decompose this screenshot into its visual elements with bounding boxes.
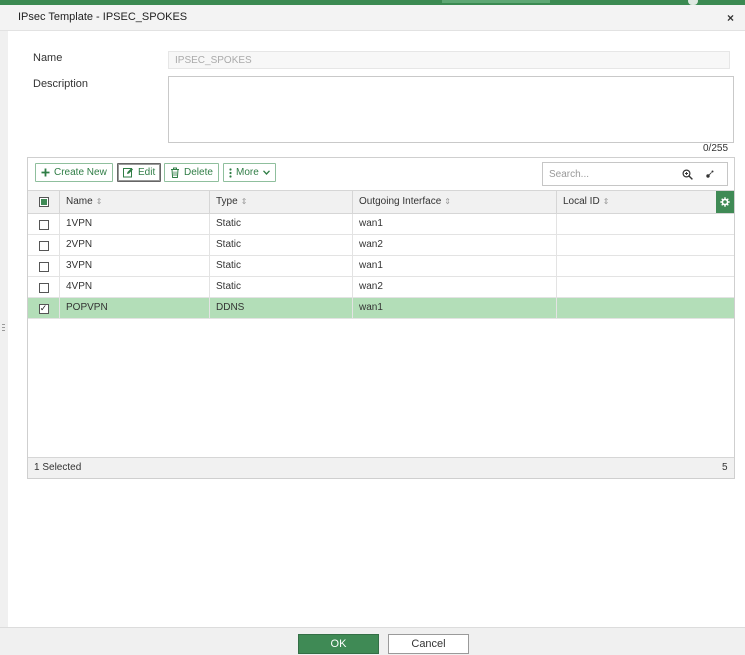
- row-select-cell: [28, 235, 59, 256]
- cell-type: Static: [209, 235, 352, 256]
- delete-button[interactable]: Delete: [164, 163, 219, 182]
- cell-outgoing-interface: wan2: [352, 235, 556, 256]
- cell-name: 3VPN: [59, 256, 209, 277]
- edit-button[interactable]: Edit: [117, 163, 162, 182]
- table-row[interactable]: 4VPN Static wan2: [28, 277, 734, 298]
- row-checkbox[interactable]: [38, 282, 49, 293]
- ok-button[interactable]: OK: [298, 634, 379, 654]
- cell-local-id: [556, 235, 734, 256]
- selected-count: 1 Selected: [34, 462, 82, 473]
- sort-icon: ⇕: [602, 197, 610, 206]
- table-row-selected[interactable]: ✓ POPVPN DDNS wan1: [28, 298, 734, 319]
- cell-local-id: [556, 298, 734, 319]
- cell-outgoing-interface: wan1: [352, 298, 556, 319]
- gear-icon: [720, 197, 730, 207]
- search-zoom-icon[interactable]: [682, 169, 693, 180]
- cell-local-id: [556, 256, 734, 277]
- close-icon[interactable]: ×: [727, 11, 734, 25]
- delete-label: Delete: [184, 167, 213, 178]
- sort-icon: ⇕: [444, 197, 451, 206]
- grid-search: [542, 162, 728, 186]
- row-checkbox-checked[interactable]: ✓: [38, 303, 49, 314]
- cell-name: POPVPN: [59, 298, 209, 319]
- cancel-button[interactable]: Cancel: [388, 634, 469, 654]
- more-label: More: [236, 167, 259, 178]
- cell-outgoing-interface: wan1: [352, 214, 556, 235]
- description-char-counter: 0/255: [703, 143, 729, 154]
- cell-outgoing-interface: wan2: [352, 277, 556, 298]
- ipsec-tunnels-grid: Create New Edit Delete More Name⇕ Ty: [27, 157, 735, 479]
- column-header-type[interactable]: Type ⇕: [209, 191, 352, 213]
- name-label: Name: [33, 52, 63, 64]
- column-header-local-id-label: Local ID: [563, 196, 600, 207]
- select-all-cell: [28, 191, 59, 212]
- more-dropdown-button[interactable]: More: [223, 163, 276, 182]
- column-settings-button[interactable]: [716, 191, 734, 213]
- row-select-cell: [28, 214, 59, 235]
- cell-name: 1VPN: [59, 214, 209, 235]
- column-header-outgoing-interface-label: Outgoing Interface: [359, 196, 442, 207]
- trash-icon: [171, 167, 179, 178]
- row-checkbox[interactable]: [38, 240, 49, 251]
- row-checkbox[interactable]: [38, 219, 49, 230]
- dialog-titlebar: IPsec Template - IPSEC_SPOKES ×: [0, 5, 745, 31]
- cell-type: Static: [209, 277, 352, 298]
- plus-icon: [41, 168, 50, 177]
- table-row[interactable]: 3VPN Static wan1: [28, 256, 734, 277]
- column-header-name-label: Name: [66, 196, 93, 207]
- table-row[interactable]: 2VPN Static wan2: [28, 235, 734, 256]
- row-select-cell: [28, 277, 59, 298]
- clear-search-icon[interactable]: [705, 169, 715, 179]
- top-bar-tab: [442, 0, 550, 3]
- description-textarea[interactable]: [168, 76, 734, 143]
- resize-grip-icon[interactable]: [2, 324, 5, 336]
- grid-header-row: Name ⇕ Type ⇕ Outgoing Interface ⇕ Local ID…: [28, 190, 734, 214]
- grid-rows: 1VPN Static wan1 2VPN Static wan2 3VPN S…: [28, 214, 734, 319]
- create-new-label: Create New: [54, 167, 107, 178]
- cell-type: Static: [209, 256, 352, 277]
- row-checkbox[interactable]: [38, 261, 49, 272]
- chevron-down-icon: [262, 170, 270, 175]
- table-row[interactable]: 1VPN Static wan1: [28, 214, 734, 235]
- column-header-name[interactable]: Name ⇕: [59, 191, 209, 213]
- search-input[interactable]: [543, 163, 675, 185]
- row-select-cell: ✓: [28, 298, 59, 319]
- cell-outgoing-interface: wan1: [352, 256, 556, 277]
- column-header-type-label: Type: [216, 196, 238, 207]
- select-all-checkbox[interactable]: [38, 196, 49, 207]
- sort-icon: ⇕: [240, 197, 248, 206]
- cell-type: DDNS: [209, 298, 352, 319]
- name-input[interactable]: [168, 51, 730, 69]
- create-new-button[interactable]: Create New: [35, 163, 113, 182]
- edit-icon: [123, 168, 133, 178]
- cell-local-id: [556, 214, 734, 235]
- column-header-outgoing-interface[interactable]: Outgoing Interface ⇕: [352, 191, 556, 213]
- sort-icon: ⇕: [95, 197, 103, 206]
- cell-type: Static: [209, 214, 352, 235]
- grid-footer: 1 Selected 5: [28, 457, 734, 478]
- column-header-local-id[interactable]: Local ID ⇕: [556, 191, 716, 213]
- grid-toolbar: Create New Edit Delete More: [28, 158, 734, 190]
- total-count: 5: [722, 462, 728, 473]
- edit-label: Edit: [138, 167, 156, 178]
- description-label: Description: [33, 78, 89, 90]
- cell-name: 4VPN: [59, 277, 209, 298]
- row-select-cell: [28, 256, 59, 277]
- more-vertical-icon: [229, 167, 232, 178]
- dialog-title: IPsec Template - IPSEC_SPOKES: [18, 11, 188, 23]
- cell-local-id: [556, 277, 734, 298]
- cell-name: 2VPN: [59, 235, 209, 256]
